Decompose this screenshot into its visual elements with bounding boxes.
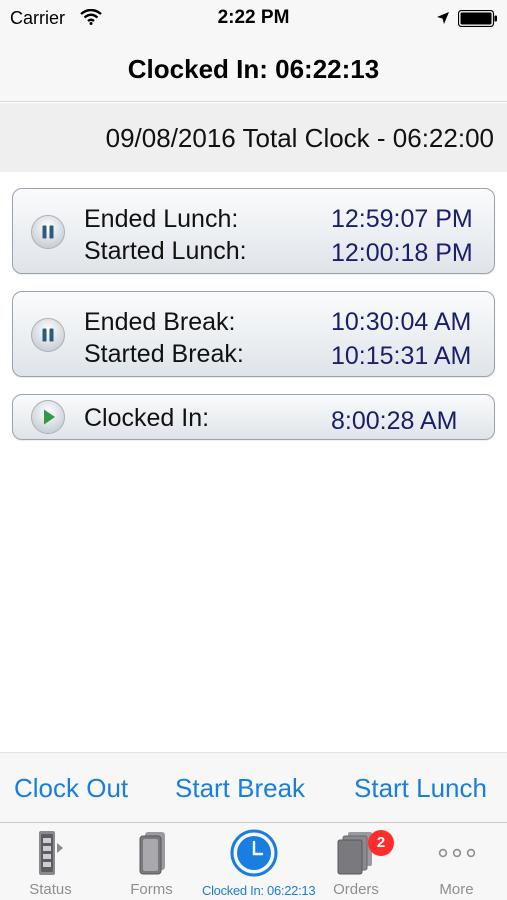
break-event-card[interactable]: Ended Break: 10:30:04 AM Started Break: … (12, 291, 495, 377)
event-label: Clocked In: (84, 404, 210, 432)
location-arrow-icon (437, 12, 449, 24)
status-bar: Carrier 2:22 PM (0, 0, 507, 38)
event-time: 12:00:18 PM (331, 239, 473, 267)
event-time: 12:59:07 PM (331, 205, 473, 233)
event-label: Ended Break: (84, 308, 236, 336)
tab-more[interactable]: More (406, 823, 507, 900)
clock-out-button[interactable]: Clock Out (14, 773, 128, 804)
total-clock-text: 09/08/2016 Total Clock - 06:22:00 (105, 123, 494, 153)
pause-icon (31, 215, 65, 249)
tab-orders[interactable]: 2 Orders (306, 823, 406, 900)
forms-icon (139, 832, 165, 875)
screen: Carrier 2:22 PM Clocked In: 06:22:13 09/… (0, 0, 507, 900)
status-time: 2:22 PM (217, 7, 290, 28)
clock-icon (230, 829, 278, 877)
orders-badge: 2 (368, 830, 394, 856)
play-icon (31, 400, 65, 434)
event-label: Started Lunch: (84, 237, 247, 265)
tab-bar: Status Forms Clocked In: 06:22:13 2 Orde… (0, 822, 507, 900)
event-time: 10:15:31 AM (331, 342, 472, 370)
event-time: 8:00:28 AM (331, 407, 458, 435)
nav-bar: Clocked In: 06:22:13 (0, 38, 507, 102)
start-lunch-button[interactable]: Start Lunch (354, 773, 487, 804)
tab-clocked-in[interactable]: Clocked In: 06:22:13 (202, 823, 316, 900)
tab-label: Clocked In: 06:22:13 (202, 883, 316, 898)
tab-forms[interactable]: Forms (101, 823, 202, 900)
tab-label: Status (29, 881, 72, 898)
start-break-button[interactable]: Start Break (175, 773, 305, 804)
more-icon (438, 848, 475, 858)
traffic-light-icon (38, 831, 63, 875)
battery-icon (458, 10, 497, 27)
event-label: Started Break: (84, 340, 244, 368)
event-label: Ended Lunch: (84, 205, 239, 233)
action-bar: Clock Out Start Break Start Lunch (0, 752, 507, 822)
clock-in-event-card[interactable]: Clocked In: 8:00:28 AM (12, 394, 495, 440)
lunch-event-card[interactable]: Ended Lunch: 12:59:07 PM Started Lunch: … (12, 188, 495, 274)
pause-icon (31, 318, 65, 352)
tab-label: Forms (130, 881, 173, 898)
page-title: Clocked In: 06:22:13 (127, 54, 380, 84)
event-time: 10:30:04 AM (331, 308, 472, 336)
total-clock-bar: 09/08/2016 Total Clock - 06:22:00 (0, 103, 507, 172)
tab-status[interactable]: Status (0, 823, 101, 900)
tab-label: Orders (333, 881, 379, 898)
tab-label: More (439, 881, 474, 898)
